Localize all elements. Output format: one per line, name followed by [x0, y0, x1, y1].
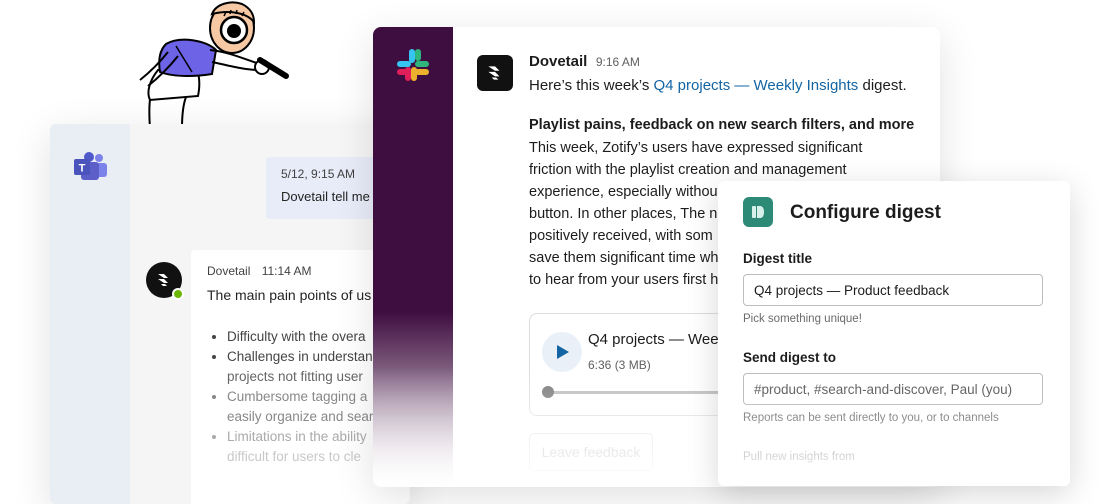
body-line: This week, Zotify’s users have expressed…	[529, 140, 863, 156]
audio-duration-size: 6:36 (3 MB)	[588, 358, 651, 372]
digest-title-label: Digest title	[743, 251, 813, 266]
online-status-icon	[172, 288, 184, 300]
magnifier-character-illustration	[139, 1, 289, 128]
play-icon	[557, 345, 569, 359]
digest-link[interactable]: Q4 projects — Weekly Insights	[654, 77, 859, 94]
fade-overlay	[718, 396, 1070, 486]
send-digest-input[interactable]	[743, 373, 1043, 405]
dovetail-logo-icon	[488, 66, 500, 80]
intro-suffix: digest.	[858, 77, 907, 94]
body-line: friction with the playlist creation and …	[529, 162, 847, 178]
slack-sidebar	[373, 27, 453, 487]
pull-insights-label: Pull new insights from	[743, 451, 855, 463]
digest-title-input[interactable]	[743, 274, 1043, 306]
audio-scrubber-handle[interactable]	[542, 386, 554, 398]
digest-title-hint: Pick something unique!	[743, 313, 862, 325]
slack-icon	[397, 49, 429, 81]
send-digest-hint: Reports can be sent directly to you, or …	[743, 412, 999, 424]
bot-timestamp: 11:14 AM	[261, 264, 312, 278]
message-timestamp[interactable]: 9:16 AM	[596, 55, 640, 69]
teams-window: T 5/12, 9:15 AM Dovetail tell me Dovetai…	[50, 124, 410, 504]
bot-name: Dovetail	[207, 264, 251, 278]
play-button[interactable]	[542, 332, 582, 372]
leave-feedback-button[interactable]: Leave feedback	[529, 433, 653, 471]
dovetail-app-avatar[interactable]	[477, 55, 513, 91]
sender-name[interactable]: Dovetail	[529, 53, 587, 70]
svg-text:T: T	[79, 163, 86, 175]
document-icon	[752, 206, 764, 218]
audio-title: Q4 projects — Week	[588, 331, 727, 348]
dovetail-bot-avatar	[146, 262, 184, 300]
digest-intro: Here’s this week’s Q4 projects — Weekly …	[529, 77, 929, 94]
panel-title: Configure digest	[790, 202, 941, 223]
dovetail-digest-icon	[743, 197, 773, 227]
send-digest-label: Send digest to	[743, 350, 837, 365]
intro-prefix: Here’s this week’s	[529, 77, 654, 94]
digest-headline: Playlist pains, feedback on new search f…	[529, 117, 915, 133]
configure-digest-panel: Configure digest Digest title Pick somet…	[718, 181, 1070, 486]
microsoft-teams-icon: T	[74, 152, 107, 180]
dovetail-logo-icon	[158, 274, 168, 286]
